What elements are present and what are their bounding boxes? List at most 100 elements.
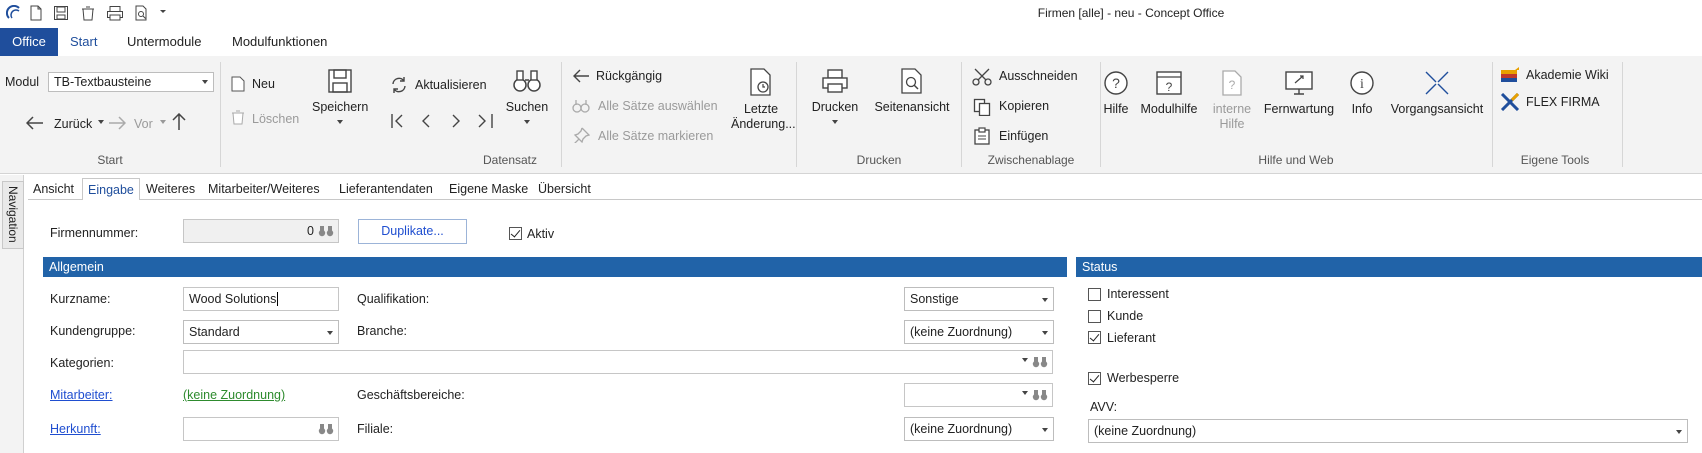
save-record-button[interactable]: Speichern <box>312 68 368 131</box>
info-button[interactable]: i Info <box>1342 70 1382 117</box>
paste-button[interactable]: Einfügen <box>999 129 1048 143</box>
process-view-icon <box>1425 71 1449 95</box>
svg-text:?: ? <box>1166 80 1173 94</box>
lieferant-checkbox[interactable] <box>1088 331 1101 344</box>
svg-text:i: i <box>1360 77 1364 92</box>
tab-ansicht[interactable]: Ansicht <box>28 178 79 200</box>
internal-help-label-2: Hilfe <box>1219 117 1245 131</box>
geschaeftsbereiche-select[interactable] <box>904 383 1053 407</box>
firmennummer-field[interactable]: 0 <box>183 219 339 243</box>
help-icon: ? <box>1104 71 1128 95</box>
info-label: Info <box>1351 102 1373 116</box>
page-preview-icon <box>901 68 922 94</box>
firmennummer-label: Firmennummer: <box>50 226 139 240</box>
filiale-value: (keine Zuordnung) <box>910 422 1013 436</box>
tab-modulfunktionen[interactable]: Modulfunktionen <box>218 28 341 56</box>
last-change-label-2: Änderung... <box>731 117 796 131</box>
tab-eigene-maske[interactable]: Eigene Maske <box>444 178 533 200</box>
internal-help-button[interactable]: ? interne Hilfe <box>1206 70 1258 132</box>
kurzname-value: Wood Solutions <box>189 292 277 306</box>
mark-all-button[interactable]: Alle Sätze markieren <box>598 129 713 143</box>
kundengruppe-select[interactable]: Standard <box>183 320 339 344</box>
save-dropdown-icon <box>336 119 344 125</box>
branche-select[interactable]: (keine Zuordnung) <box>904 320 1054 344</box>
kundengruppe-label: Kundengruppe: <box>50 324 136 338</box>
tab-office[interactable]: Office <box>0 28 58 56</box>
save-record-label: Speichern <box>312 100 369 114</box>
back-button[interactable]: Zurück <box>54 117 92 131</box>
tab-untermodule[interactable]: Untermodule <box>113 28 215 56</box>
printer-icon <box>822 69 848 93</box>
qualifikation-select[interactable]: Sonstige <box>904 287 1054 311</box>
title-bar: Firmen [alle] - neu - Concept Office <box>0 0 1702 28</box>
filiale-select[interactable]: (keine Zuordnung) <box>904 417 1054 441</box>
modul-select-value: TB-Textbausteine <box>54 75 152 89</box>
tab-uebersicht[interactable]: Übersicht <box>533 178 596 200</box>
forward-arrow-icon[interactable] <box>108 116 126 130</box>
remote-maintenance-button[interactable]: Fernwartung <box>1259 70 1339 117</box>
back-arrow-icon[interactable] <box>26 116 44 130</box>
kategorien-lookup-icon[interactable] <box>1032 356 1048 368</box>
kategorien-select[interactable] <box>183 350 1053 374</box>
flex-firma-button[interactable]: FLEX FIRMA <box>1526 95 1600 109</box>
up-arrow-icon[interactable] <box>172 113 186 131</box>
werbesperre-checkbox[interactable] <box>1088 372 1101 385</box>
cut-button[interactable]: Ausschneiden <box>999 69 1078 83</box>
aktiv-label: Aktiv <box>527 227 555 241</box>
kunde-label: Kunde <box>1107 309 1144 323</box>
geschaeftsbereiche-label: Geschäftsbereiche: <box>357 388 465 402</box>
tab-mitarbeiter-weiteres[interactable]: Mitarbeiter/Weiteres <box>203 178 325 200</box>
forward-button[interactable]: Vor <box>134 117 153 131</box>
process-view-button[interactable]: Vorgangsansicht <box>1388 70 1486 117</box>
modul-select[interactable]: TB-Textbausteine <box>48 72 214 92</box>
search-button[interactable]: Suchen <box>502 68 552 131</box>
process-view-label: Vorgangsansicht <box>1390 102 1484 116</box>
tab-start[interactable]: Start <box>56 28 111 56</box>
delete-record-button[interactable]: Löschen <box>252 112 299 126</box>
geschaeftsbereiche-lookup-icon[interactable] <box>1032 389 1048 401</box>
qualifikation-value: Sonstige <box>910 292 959 306</box>
tab-eingabe[interactable]: Eingabe <box>82 178 140 200</box>
akademie-wiki-button[interactable]: Akademie Wiki <box>1526 68 1609 82</box>
interessent-checkbox[interactable] <box>1088 288 1101 301</box>
remote-maintenance-label: Fernwartung <box>1263 102 1335 116</box>
new-record-button[interactable]: Neu <box>252 77 275 91</box>
kunde-checkbox[interactable] <box>1088 310 1101 323</box>
help-button[interactable]: ? Hilfe <box>1094 70 1138 117</box>
print-button[interactable]: Drucken <box>806 68 864 131</box>
duplikate-button[interactable]: Duplikate... <box>358 219 467 244</box>
ribbon: Modul TB-Textbausteine Zurück Vor Start … <box>0 56 1702 174</box>
record-navigation <box>389 112 497 130</box>
tab-lieferantendaten[interactable]: Lieferantendaten <box>334 178 438 200</box>
select-all-button[interactable]: Alle Sätze auswählen <box>598 99 718 113</box>
navigation-tab[interactable]: Navigation <box>2 181 24 249</box>
avv-select[interactable]: (keine Zuordnung) <box>1088 419 1688 443</box>
kategorien-label: Kategorien: <box>50 356 114 370</box>
interessent-label: Interessent <box>1107 287 1169 301</box>
back-dropdown-icon[interactable] <box>97 119 105 125</box>
last-change-button[interactable]: Letzte Änderung... <box>731 68 796 132</box>
herkunft-link[interactable]: Herkunft: <box>50 422 101 436</box>
herkunft-lookup-icon[interactable] <box>318 423 334 435</box>
kurzname-input[interactable]: Wood Solutions​ <box>183 287 339 311</box>
forward-dropdown-icon[interactable] <box>159 119 167 125</box>
help-label: Hilfe <box>1103 102 1129 116</box>
tab-weiteres[interactable]: Weiteres <box>141 178 200 200</box>
aktiv-checkbox[interactable] <box>509 227 522 240</box>
copy-button[interactable]: Kopieren <box>999 99 1049 113</box>
module-help-button[interactable]: ? Modulhilfe <box>1136 70 1202 117</box>
herkunft-field[interactable] <box>183 417 339 441</box>
mitarbeiter-value-link[interactable]: (keine Zuordnung) <box>183 388 285 402</box>
internal-help-icon: ? <box>1222 70 1242 96</box>
mitarbeiter-link[interactable]: Mitarbeiter: <box>50 388 113 402</box>
werbesperre-label: Werbesperre <box>1107 371 1180 385</box>
kurzname-label: Kurzname: <box>50 292 111 306</box>
refresh-button[interactable]: Aktualisieren <box>415 78 487 92</box>
menu-tabs: Office Start Untermodule Modulfunktionen <box>0 28 1702 56</box>
firmennummer-lookup-icon[interactable] <box>318 225 334 237</box>
page-preview-label: Seitenansicht <box>874 100 950 114</box>
page-preview-button[interactable]: Seitenansicht <box>870 68 954 115</box>
akademie-wiki-icon <box>1500 66 1520 84</box>
print-dropdown-icon <box>831 119 839 125</box>
undo-button[interactable]: Rückgängig <box>596 69 662 83</box>
